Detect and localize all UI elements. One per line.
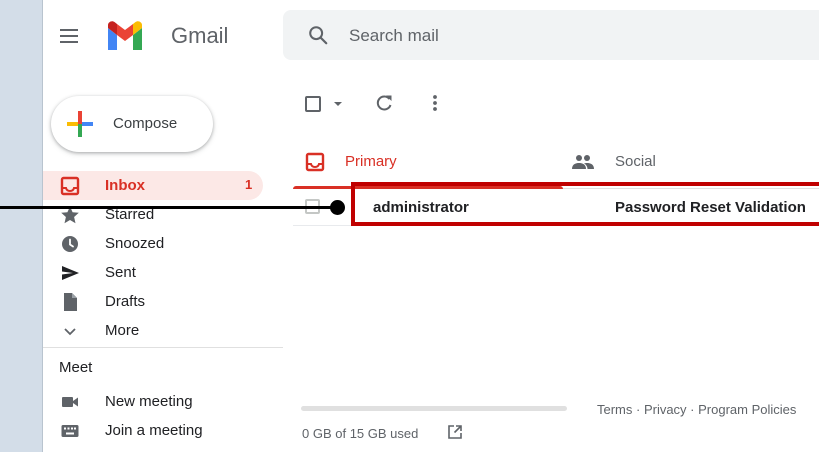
footer-links[interactable]: Terms · Privacy · Program Policies	[597, 402, 796, 417]
open-in-new-icon[interactable]	[447, 424, 463, 440]
sidebar-item-new-meeting[interactable]: New meeting	[43, 387, 263, 416]
compose-label: Compose	[113, 115, 178, 132]
sidebar-item-label: Snoozed	[105, 235, 165, 252]
sidebar-item-label: More	[105, 322, 140, 339]
sidebar-item-more[interactable]: More	[43, 316, 263, 345]
storage-usage-bar	[301, 406, 567, 411]
sidebar-item-sent[interactable]: Sent	[43, 258, 263, 287]
sidebar-item-label: Join a meeting	[105, 422, 203, 439]
menu-icon-bar	[60, 41, 78, 43]
sidebar-item-snoozed[interactable]: Snoozed	[43, 229, 263, 258]
brand-name: Gmail	[171, 23, 229, 48]
search-icon[interactable]	[307, 24, 329, 46]
gmail-logo-icon[interactable]	[105, 20, 145, 52]
caret-down-icon[interactable]	[333, 100, 343, 108]
storage-usage-text: 0 GB of 15 GB used	[302, 426, 419, 441]
search-input[interactable]	[349, 24, 649, 48]
more-vert-icon[interactable]	[425, 92, 445, 114]
meet-section-title: Meet	[59, 359, 93, 376]
refresh-icon[interactable]	[373, 92, 395, 114]
draft-icon	[64, 293, 77, 311]
main-menu-button[interactable]	[57, 24, 81, 48]
inbox-icon	[305, 152, 325, 172]
sidebar-item-label: New meeting	[105, 393, 193, 410]
sidebar-item-inbox[interactable]: Inbox 1	[43, 171, 263, 200]
search-bar[interactable]	[283, 10, 819, 60]
keyboard-icon	[61, 425, 79, 437]
annotation-pointer-dot	[330, 200, 345, 215]
videocam-icon	[62, 397, 78, 407]
sidebar-item-label: Drafts	[105, 293, 146, 310]
tab-label: Primary	[345, 153, 397, 170]
compose-plus-icon	[67, 111, 93, 137]
highlight-annotation-box	[351, 182, 819, 226]
sidebar-item-starred[interactable]: Starred	[43, 200, 263, 229]
chevron-down-icon	[64, 328, 76, 336]
unread-count-badge: 1	[245, 177, 253, 192]
sidebar-divider	[43, 347, 283, 348]
clock-icon	[62, 236, 78, 252]
compose-button[interactable]: Compose	[51, 96, 213, 152]
annotation-pointer-line	[0, 206, 340, 209]
select-all-checkbox[interactable]	[305, 96, 321, 112]
menu-icon-bar	[60, 29, 78, 31]
tab-label: Social	[615, 153, 656, 170]
gmail-window: Gmail Compose Inbox 1 Starred	[42, 0, 819, 452]
sidebar-item-join-meeting[interactable]: Join a meeting	[43, 416, 263, 445]
sidebar-item-label: Sent	[105, 264, 136, 281]
menu-icon-bar	[60, 35, 78, 37]
send-icon	[62, 266, 79, 280]
inbox-icon	[60, 176, 80, 196]
sidebar-item-label: Inbox	[105, 177, 145, 194]
people-icon	[572, 155, 594, 169]
sidebar-item-drafts[interactable]: Drafts	[43, 287, 263, 316]
